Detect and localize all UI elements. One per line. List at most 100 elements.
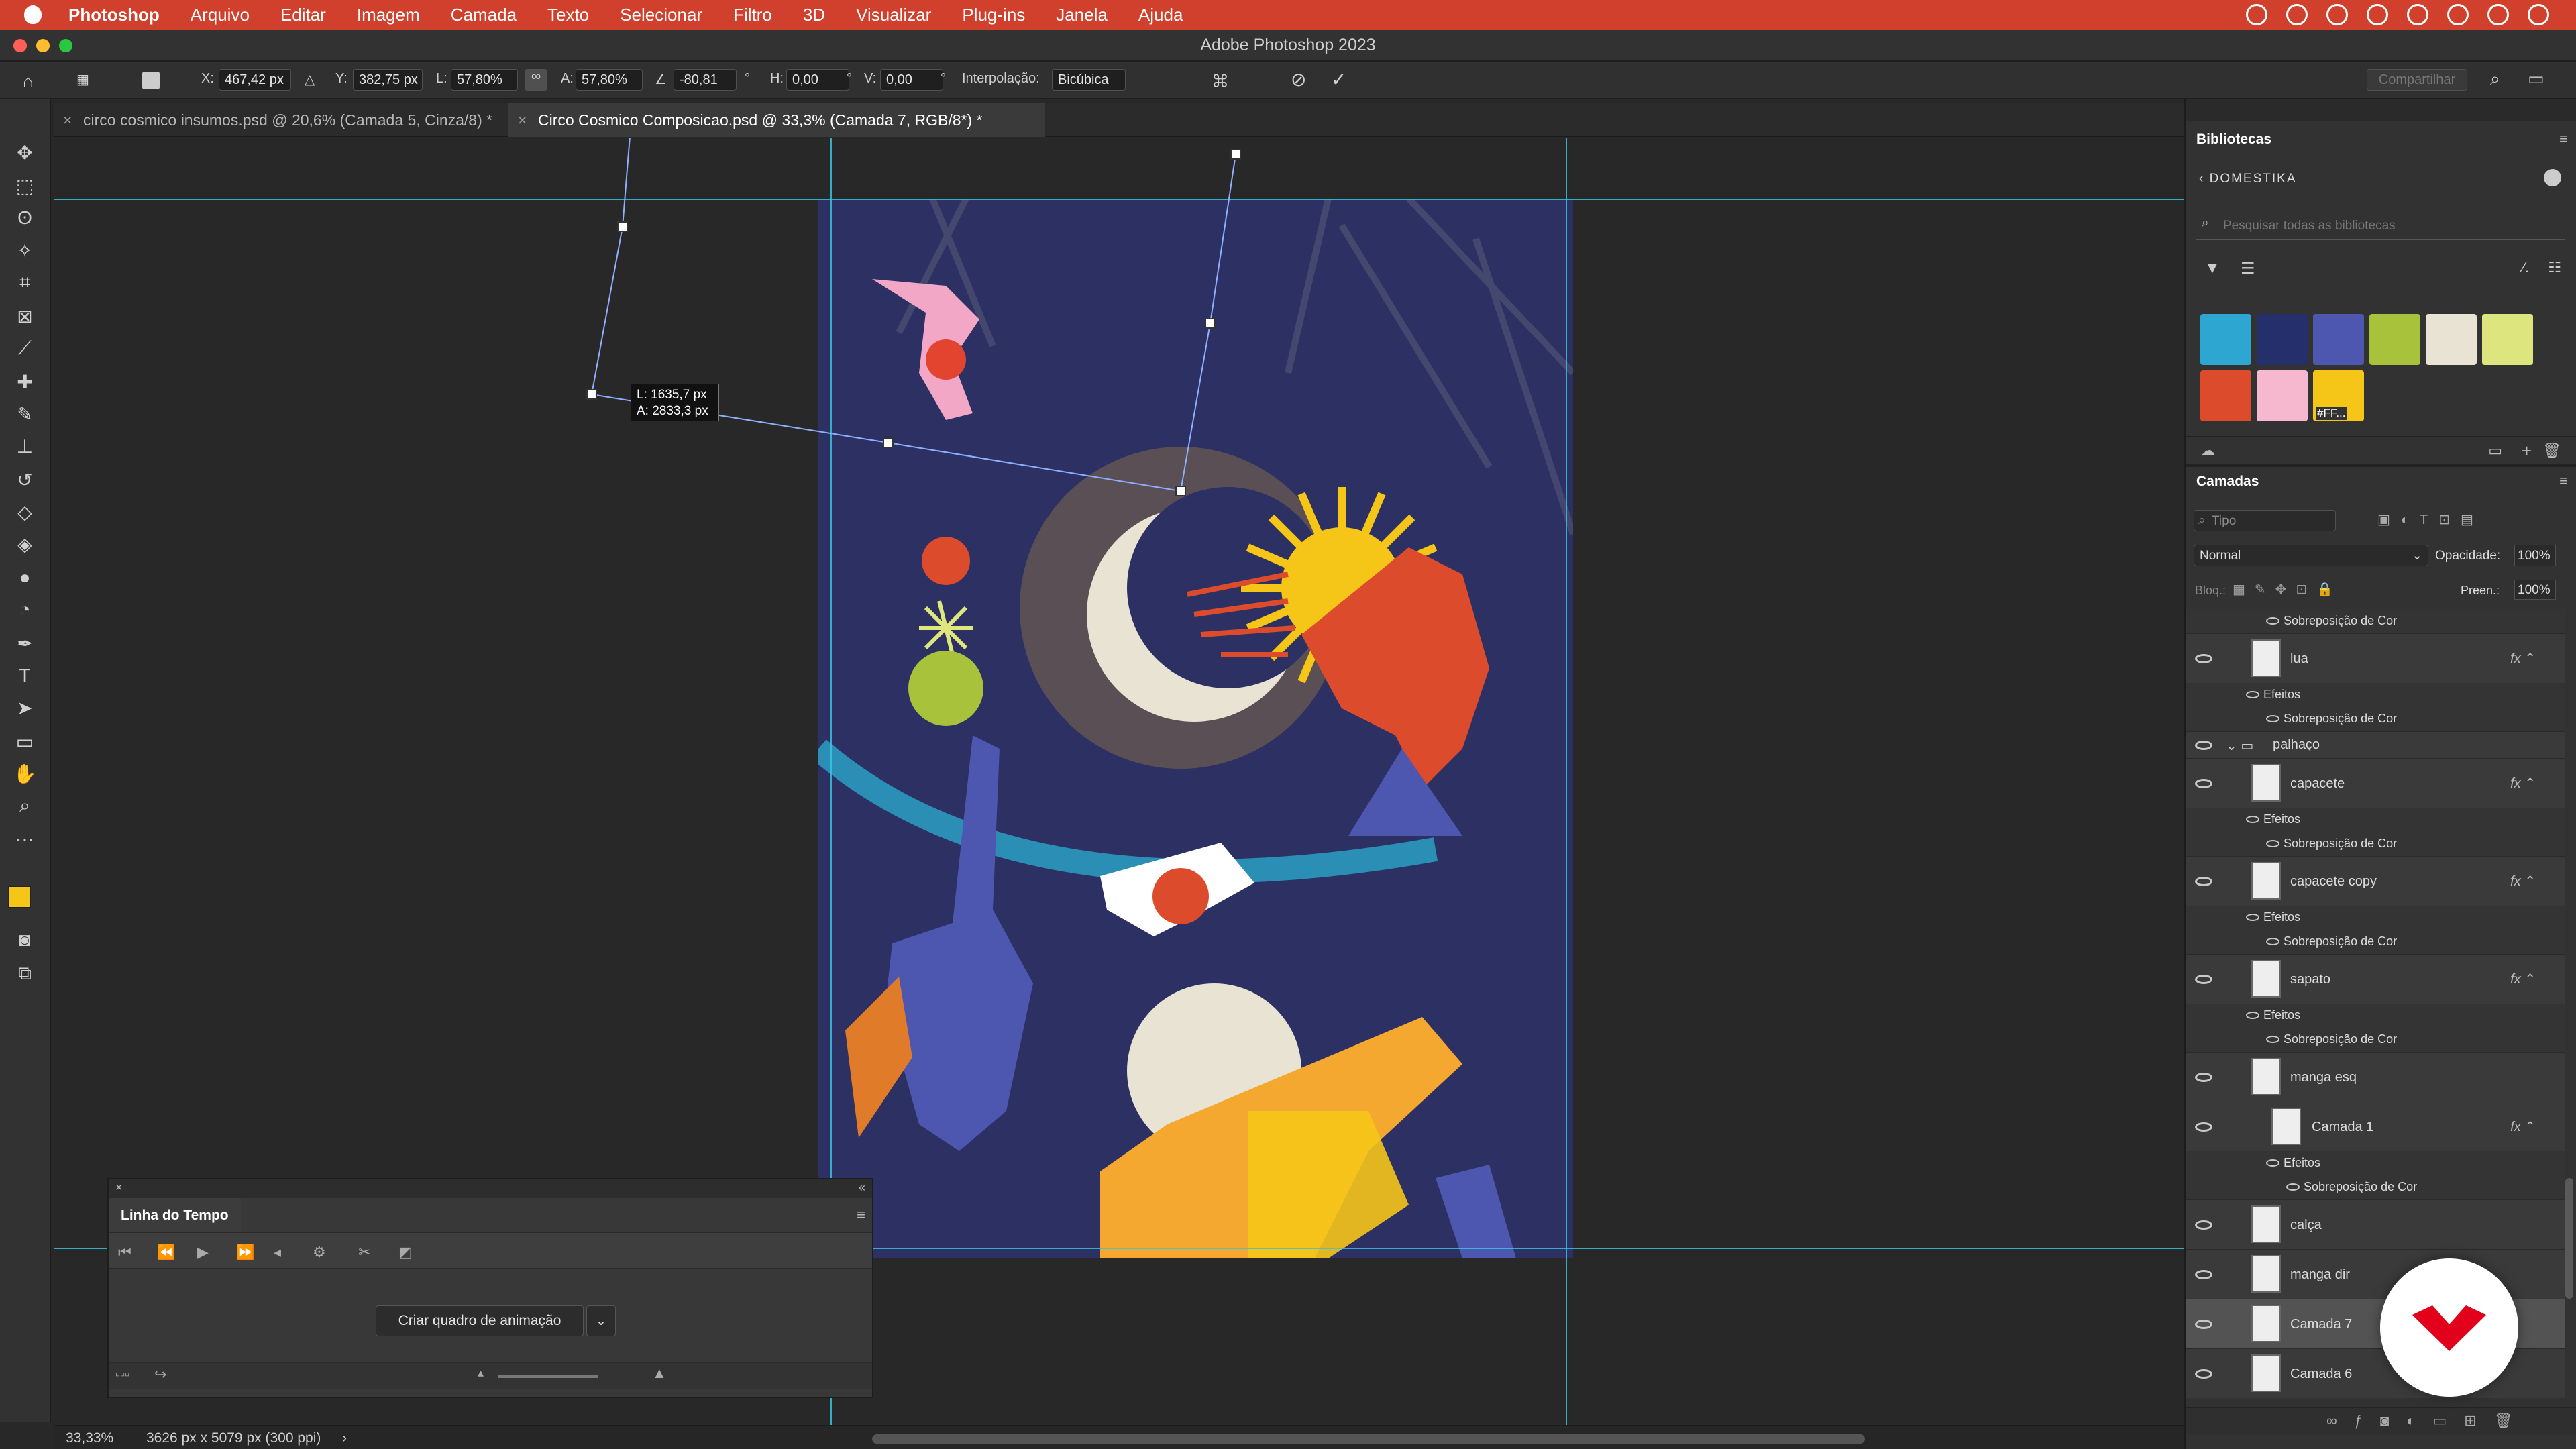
blend-mode-select[interactable]: Normal ⌄: [2194, 545, 2428, 566]
create-animation-button[interactable]: Criar quadro de animação: [376, 1305, 584, 1336]
interpolation-select[interactable]: Bicúbica: [1052, 69, 1126, 91]
status-arrow[interactable]: ›: [342, 1430, 347, 1446]
lock-icons[interactable]: ▦✎✥⊡🔒: [2233, 581, 2343, 598]
menu-item-imagem[interactable]: Imagem: [357, 5, 420, 25]
layer-filter-input[interactable]: ⌕ Tipo: [2194, 510, 2336, 531]
app-icon[interactable]: [2326, 4, 2348, 25]
eye-icon[interactable]: [2266, 938, 2279, 945]
eye-icon[interactable]: [2195, 1073, 2212, 1082]
stamp-tool-icon[interactable]: ⊥: [13, 435, 36, 458]
menu-app-name[interactable]: Photoshop: [68, 5, 160, 25]
angle-field[interactable]: -80,81: [674, 69, 737, 91]
menu-item-selecionar[interactable]: Selecionar: [620, 5, 702, 25]
more-tools-icon[interactable]: ⋯: [13, 828, 36, 851]
paint-bucket-tool-icon[interactable]: ◈: [13, 533, 36, 555]
menu-item-ajuda[interactable]: Ajuda: [1138, 5, 1183, 25]
eye-icon[interactable]: [2195, 1220, 2212, 1230]
zoom-window-button[interactable]: [59, 39, 72, 52]
cloud-icon[interactable]: [2246, 4, 2267, 25]
tab-insumos[interactable]: × circo cosmico insumos.psd @ 20,6% (Cam…: [54, 103, 507, 137]
commit-transform-icon[interactable]: ✓: [1331, 68, 1346, 91]
healing-tool-icon[interactable]: ✚: [13, 370, 36, 393]
collapse-icon[interactable]: «: [859, 1181, 865, 1195]
share-button[interactable]: Compartilhar: [2367, 69, 2467, 91]
layer-effect-row[interactable]: Sobreposição de Cor: [2186, 609, 2565, 633]
frame-tool-icon[interactable]: ⊠: [13, 305, 36, 327]
eye-icon[interactable]: [2266, 617, 2279, 625]
chevron-down-icon[interactable]: ⌄: [586, 1305, 616, 1336]
eye-icon[interactable]: [2246, 1012, 2259, 1019]
lasso-tool-icon[interactable]: ʘ: [13, 207, 36, 229]
layer-effect-row[interactable]: Sobreposição de Cor: [2186, 930, 2565, 954]
split-icon[interactable]: ✂: [358, 1244, 370, 1261]
pen-tool-icon[interactable]: ✒: [13, 632, 36, 655]
tab-composicao[interactable]: × Circo Cosmico Composicao.psd @ 33,3% (…: [508, 103, 1045, 137]
convert-icon[interactable]: ↪: [154, 1366, 166, 1383]
reference-point-icon[interactable]: ▦: [76, 71, 89, 88]
eye-icon[interactable]: [2195, 779, 2212, 788]
fx-icon[interactable]: fx ⌃: [2510, 650, 2536, 667]
previous-frame-icon[interactable]: ⏪: [157, 1244, 175, 1261]
filter-kind-icons[interactable]: ▣◐T⊡▤: [2377, 511, 2484, 528]
h-skew-field[interactable]: 0,00: [786, 69, 849, 91]
zoom-in-icon[interactable]: ▲: [652, 1364, 667, 1382]
close-icon[interactable]: ×: [63, 111, 72, 129]
minimize-window-button[interactable]: [36, 39, 50, 52]
settings-icon[interactable]: ⚙: [313, 1244, 326, 1261]
layer-effect-row[interactable]: Efeitos: [2186, 1151, 2565, 1175]
eye-icon[interactable]: [2246, 691, 2259, 698]
color-swatch[interactable]: [2369, 314, 2420, 365]
layer-scrollbar[interactable]: [2565, 1178, 2573, 1299]
history-brush-tool-icon[interactable]: ↺: [13, 468, 36, 491]
eye-icon[interactable]: [2266, 715, 2279, 722]
type-tool-icon[interactable]: T: [13, 664, 36, 687]
menu-item-plug-ins[interactable]: Plug-ins: [962, 5, 1025, 25]
magic-wand-tool-icon[interactable]: ✧: [13, 239, 36, 262]
delta-icon[interactable]: △: [305, 71, 315, 88]
trash-icon[interactable]: 🗑: [2542, 442, 2561, 460]
eye-icon[interactable]: [2266, 1036, 2279, 1043]
folder-icon[interactable]: ▭: [2488, 442, 2502, 460]
menu-item-3d[interactable]: 3D: [803, 5, 825, 25]
foreground-color-swatch[interactable]: [8, 885, 31, 908]
layer-effect-row[interactable]: Sobreposição de Cor: [2186, 707, 2565, 731]
add-icon[interactable]: +: [2522, 441, 2532, 462]
filter-icon[interactable]: ▼: [2204, 259, 2220, 278]
frames-icon[interactable]: ▫▫▫: [115, 1367, 129, 1383]
color-swatch[interactable]: [2426, 314, 2477, 365]
v-skew-field[interactable]: 0,00: [880, 69, 943, 91]
eye-icon[interactable]: [2266, 840, 2279, 847]
menu-item-arquivo[interactable]: Arquivo: [191, 5, 250, 25]
apple-icon[interactable]: [24, 5, 42, 24]
color-swatch[interactable]: #FF...: [2313, 370, 2364, 421]
color-swatch[interactable]: [2200, 370, 2251, 421]
layer-effect-row[interactable]: Efeitos: [2186, 1004, 2565, 1028]
layer-row[interactable]: lua fx ⌃: [2186, 633, 2565, 683]
control-center-icon[interactable]: [2367, 4, 2388, 25]
eye-icon[interactable]: [2195, 1320, 2212, 1329]
library-search-input[interactable]: ⌕ Pesquisar todas as bibliotecas: [2196, 211, 2565, 240]
color-swatch[interactable]: [2257, 370, 2308, 421]
view-icon[interactable]: ⁄.: [2522, 259, 2529, 276]
opacity-field[interactable]: 100%: [2514, 545, 2556, 566]
zoom-level[interactable]: 33,33%: [66, 1430, 113, 1446]
eye-icon[interactable]: [2195, 1270, 2212, 1279]
libraries-tab[interactable]: Bibliotecas: [2196, 125, 2271, 152]
close-icon[interactable]: ×: [518, 111, 527, 129]
rectangle-tool-icon[interactable]: ▭: [13, 730, 36, 753]
blur-tool-icon[interactable]: ●: [13, 566, 36, 589]
next-frame-icon[interactable]: ⏩: [236, 1244, 254, 1261]
panel-menu-icon[interactable]: ≡: [857, 1206, 865, 1224]
audio-icon[interactable]: ◂: [274, 1244, 281, 1261]
fx-icon[interactable]: fx ⌃: [2510, 971, 2536, 987]
wifi-icon[interactable]: [2407, 4, 2428, 25]
layer-effect-row[interactable]: Efeitos: [2186, 683, 2565, 707]
close-window-button[interactable]: [13, 39, 27, 52]
workspace-icon[interactable]: ▭: [2528, 68, 2544, 89]
menu-item-filtro[interactable]: Filtro: [733, 5, 772, 25]
sync-icon[interactable]: [2286, 4, 2308, 25]
layer-group[interactable]: ⌄ ▭ palhaço: [2186, 731, 2565, 758]
eye-icon[interactable]: [2246, 914, 2259, 921]
list-view-icon[interactable]: ☷: [2548, 259, 2561, 276]
cloud-icon[interactable]: ☁: [2200, 442, 2215, 460]
